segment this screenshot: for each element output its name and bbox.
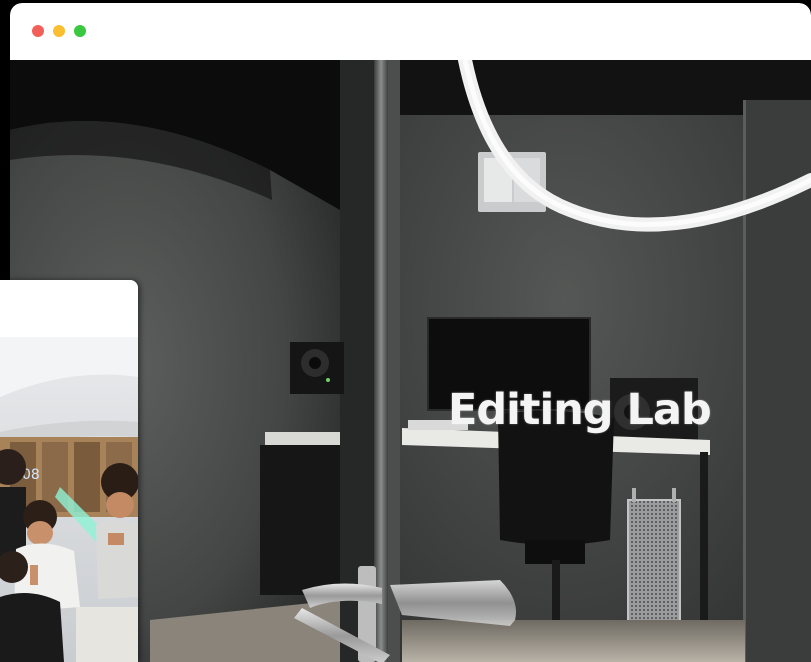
close-window-button[interactable] (32, 25, 44, 37)
students-photo: 08 (0, 337, 138, 662)
screenshot-stage: Editing Lab 08 (0, 0, 811, 662)
secondary-window-titlebar (0, 280, 138, 337)
minimize-window-button[interactable] (53, 25, 65, 37)
window-titlebar (10, 3, 811, 60)
students-scene: 08 (0, 337, 138, 662)
editing-lab-sign: Editing Lab (448, 385, 712, 435)
maximize-window-button[interactable] (74, 25, 86, 37)
secondary-window: 08 (0, 280, 138, 662)
